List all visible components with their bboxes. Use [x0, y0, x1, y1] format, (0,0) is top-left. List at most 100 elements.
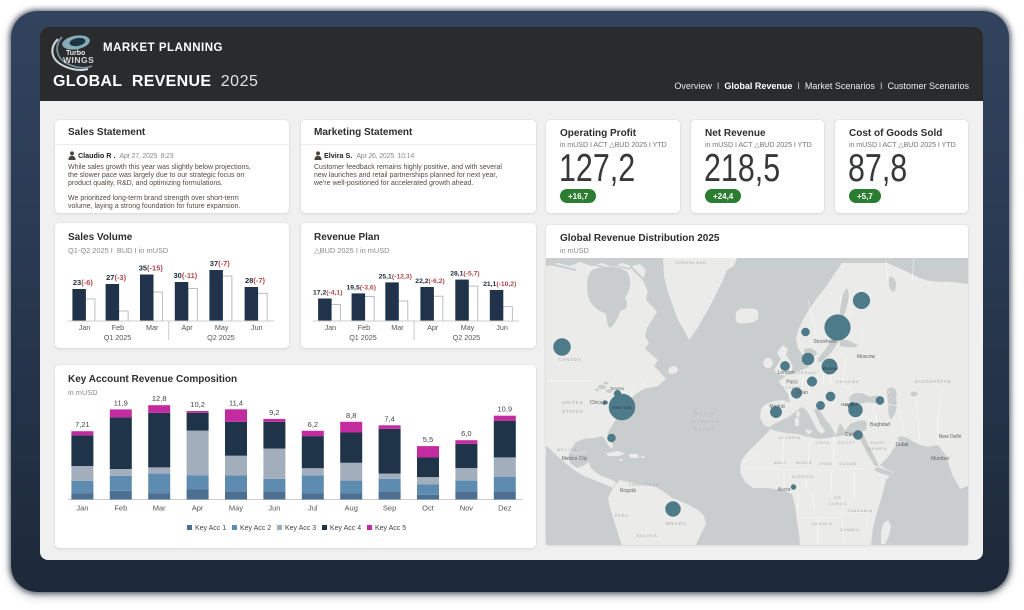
svg-text:GERMANY: GERMANY — [794, 371, 817, 375]
svg-text:A t l a n t i c: A t l a n t i c — [690, 419, 718, 424]
svg-text:Q1 2025: Q1 2025 — [349, 333, 377, 342]
svg-text:KAZAKHSTAN: KAZAKHSTAN — [915, 379, 952, 384]
svg-text:Q2 2025: Q2 2025 — [207, 333, 235, 342]
svg-text:NIGER: NIGER — [796, 461, 813, 465]
svg-text:7,21: 7,21 — [75, 420, 90, 429]
svg-text:Nov: Nov — [460, 504, 474, 513]
svg-text:VENEZUELA: VENEZUELA — [629, 483, 660, 487]
svg-text:DR: DR — [834, 496, 841, 500]
svg-text:Q2 2025: Q2 2025 — [453, 333, 481, 342]
svg-text:STATES: STATES — [562, 409, 583, 414]
svg-text:10,9: 10,9 — [497, 405, 512, 414]
svg-text:Jun: Jun — [251, 323, 263, 332]
svg-text:Mexico City: Mexico City — [562, 456, 588, 462]
svg-text:EGYPT: EGYPT — [838, 441, 855, 445]
svg-text:WINGS: WINGS — [63, 55, 94, 65]
svg-text:7,4: 7,4 — [384, 414, 394, 423]
svg-text:Istanbul: Istanbul — [841, 402, 856, 407]
svg-text:O c e a n: O c e a n — [694, 427, 715, 432]
svg-text:Baghdad: Baghdad — [870, 422, 890, 428]
svg-text:Jan: Jan — [79, 323, 91, 332]
svg-text:21,1(-10,2): 21,1(-10,2) — [483, 281, 516, 288]
svg-text:Jan: Jan — [76, 504, 88, 513]
svg-text:Sep: Sep — [383, 504, 396, 513]
svg-text:Moscow: Moscow — [857, 354, 876, 360]
svg-text:ALGERIA: ALGERIA — [779, 436, 802, 440]
svg-text:25,1(-12,3): 25,1(-12,3) — [379, 273, 412, 280]
svg-text:Feb: Feb — [358, 323, 370, 332]
svg-text:Mar: Mar — [153, 504, 166, 513]
svg-text:New Delhi: New Delhi — [939, 434, 962, 440]
svg-text:Oct: Oct — [422, 504, 435, 513]
svg-text:Key Acc 5: Key Acc 5 — [375, 525, 406, 532]
svg-text:9,2: 9,2 — [269, 408, 279, 417]
svg-text:New York: New York — [612, 405, 632, 410]
svg-text:BOLIVIA: BOLIVIA — [636, 534, 657, 538]
svg-text:Key Acc 2: Key Acc 2 — [240, 525, 271, 532]
svg-text:NIGERIA: NIGERIA — [792, 475, 814, 479]
svg-text:ARABIA: ARABIA — [869, 447, 888, 451]
svg-text:37(-7): 37(-7) — [210, 259, 231, 268]
svg-text:Cairo: Cairo — [845, 432, 857, 438]
svg-text:28,1(-5,7): 28,1(-5,7) — [450, 271, 479, 278]
svg-text:Milan: Milan — [796, 390, 808, 396]
svg-text:TANZANIA: TANZANIA — [847, 509, 873, 513]
svg-text:27(-3): 27(-3) — [106, 273, 127, 282]
svg-text:11,9: 11,9 — [114, 398, 128, 407]
svg-text:Bogotá: Bogotá — [620, 488, 636, 494]
svg-text:N o r t h: N o r t h — [695, 411, 714, 416]
svg-text:Key Acc 3: Key Acc 3 — [285, 525, 316, 532]
svg-text:Madrid: Madrid — [769, 404, 785, 410]
svg-text:Jan: Jan — [325, 323, 337, 332]
svg-text:Apr: Apr — [182, 323, 194, 332]
svg-text:Jun: Jun — [496, 323, 508, 332]
svg-text:Dubai: Dubai — [895, 442, 908, 448]
svg-text:Paris: Paris — [786, 380, 798, 386]
svg-text:Toronto: Toronto — [610, 386, 625, 391]
svg-text:6,2: 6,2 — [308, 420, 318, 429]
svg-text:Jun: Jun — [268, 504, 280, 513]
svg-text:May: May — [229, 504, 243, 513]
svg-text:Warsaw: Warsaw — [822, 366, 839, 371]
svg-text:LIBYA: LIBYA — [816, 441, 831, 445]
svg-text:CONGO: CONGO — [829, 502, 848, 506]
svg-text:Q1 2025: Q1 2025 — [104, 333, 132, 342]
svg-text:SAUDI: SAUDI — [870, 441, 885, 445]
svg-text:UKRAINE: UKRAINE — [836, 380, 859, 384]
svg-text:SUDAN: SUDAN — [839, 462, 857, 466]
svg-text:MEXICO: MEXICO — [557, 448, 577, 452]
svg-text:Dez: Dez — [498, 504, 512, 513]
svg-text:Mumbai: Mumbai — [931, 456, 949, 462]
svg-text:Aug: Aug — [345, 504, 358, 513]
svg-text:CANADA: CANADA — [558, 357, 581, 362]
svg-text:Accra: Accra — [778, 487, 791, 493]
svg-text:Key Acc 4: Key Acc 4 — [330, 525, 361, 532]
svg-text:Stockholm: Stockholm — [813, 339, 836, 345]
svg-text:Key Acc 1: Key Acc 1 — [195, 525, 226, 532]
svg-text:May: May — [461, 323, 475, 332]
svg-text:Feb: Feb — [112, 323, 124, 332]
svg-text:BRAZIL: BRAZIL — [666, 521, 687, 526]
svg-text:35(-15): 35(-15) — [139, 264, 164, 273]
svg-text:Apr: Apr — [427, 323, 439, 332]
svg-text:UNITED: UNITED — [562, 400, 583, 405]
svg-text:28(-7): 28(-7) — [245, 276, 266, 285]
svg-text:22,2(-6,2): 22,2(-6,2) — [415, 278, 444, 285]
svg-text:8,8: 8,8 — [346, 411, 356, 420]
svg-text:ZAMBIA: ZAMBIA — [840, 528, 860, 532]
svg-text:11,4: 11,4 — [229, 398, 243, 407]
svg-text:19,5(-3,6): 19,5(-3,6) — [347, 284, 376, 291]
svg-text:PERU: PERU — [615, 514, 629, 518]
svg-text:6,0: 6,0 — [461, 429, 471, 438]
svg-text:10,2: 10,2 — [190, 400, 205, 409]
svg-text:CHAD: CHAD — [819, 462, 833, 466]
svg-text:Jul: Jul — [308, 504, 318, 513]
svg-text:23(-6): 23(-6) — [73, 278, 94, 287]
svg-text:Apr: Apr — [192, 504, 204, 513]
svg-text:Mar: Mar — [146, 323, 159, 332]
svg-text:30(-11): 30(-11) — [174, 271, 198, 280]
svg-text:Mar: Mar — [391, 323, 404, 332]
svg-text:17,2(-4,1): 17,2(-4,1) — [313, 290, 342, 297]
svg-text:5,5: 5,5 — [423, 435, 433, 444]
svg-text:Feb: Feb — [114, 504, 127, 513]
